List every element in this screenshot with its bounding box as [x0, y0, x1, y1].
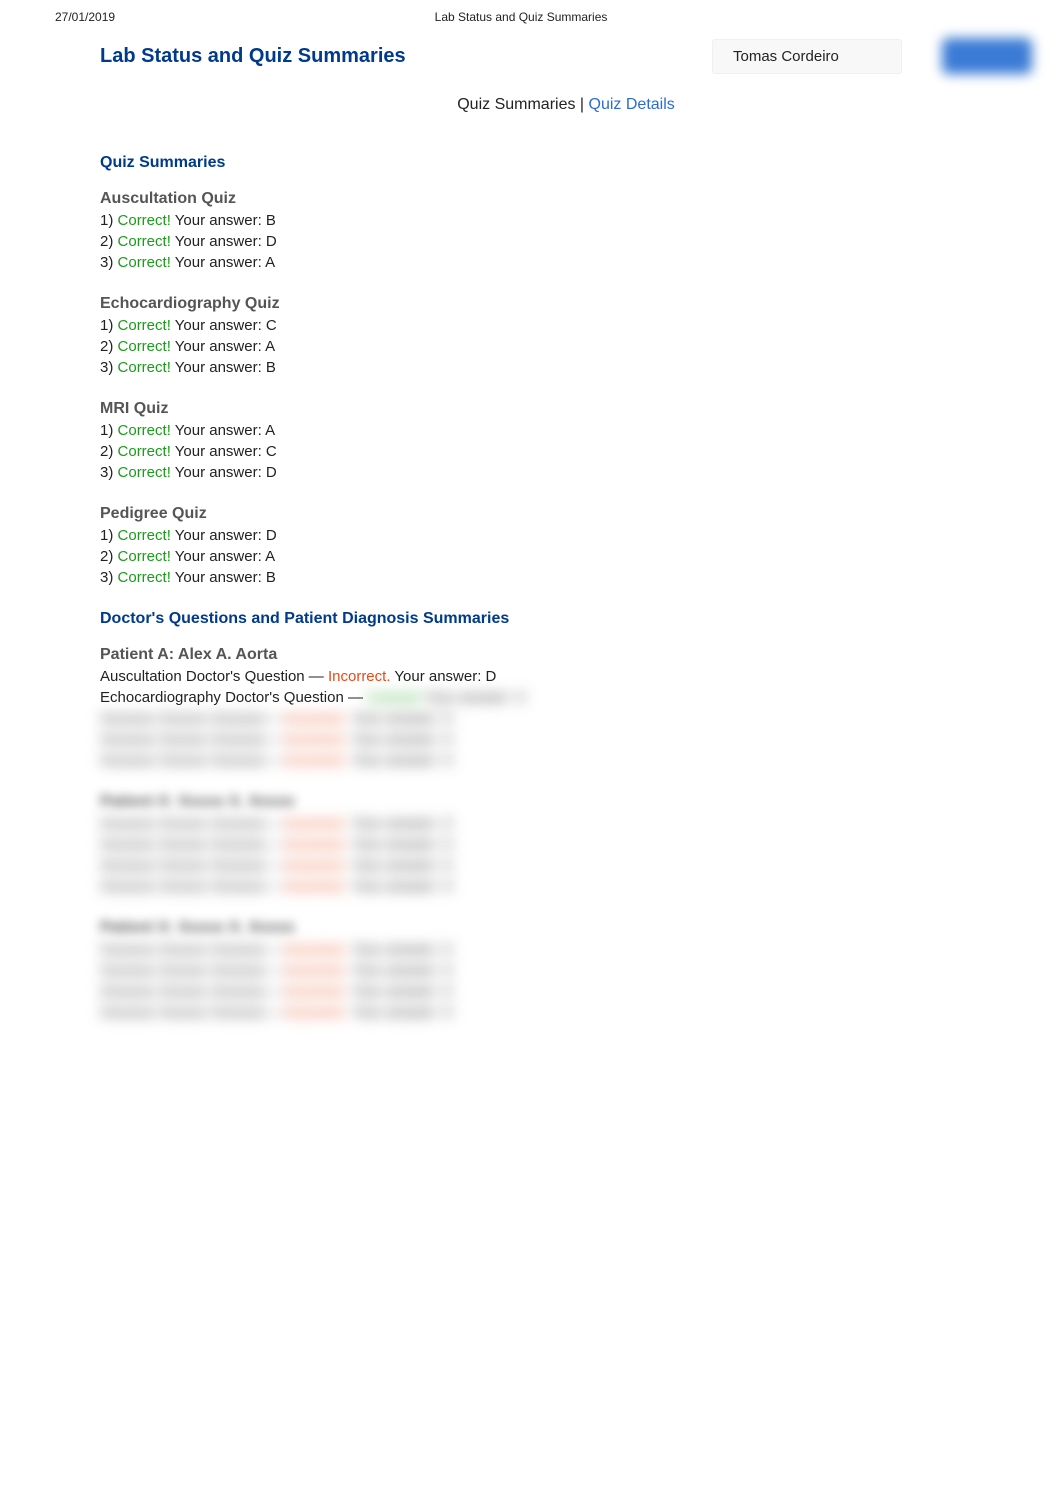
- question-number: 3): [100, 359, 118, 376]
- answer-text: Your answer: D: [171, 233, 277, 250]
- quiz-result-line: 3) Correct! Your answer: A: [100, 252, 1032, 273]
- status-correct: Correct!: [118, 422, 171, 439]
- diagnosis-line: Xxxxxxx Xxxxxx Xxxxxxx — Incorrect. Your…: [100, 708, 1032, 729]
- patient-title: Patient A: Alex A. Aorta: [100, 646, 1032, 664]
- question-number: 2): [100, 443, 118, 460]
- quiz-result-line: 1) Correct! Your answer: B: [100, 210, 1032, 231]
- patient-title: Patient X: Xxxxx X. Xxxxx: [100, 793, 1032, 811]
- doc-title: Lab Status and Quiz Summaries: [435, 10, 608, 24]
- question-number: 2): [100, 548, 118, 565]
- status-correct: Correct!: [118, 317, 171, 334]
- question-number: 3): [100, 569, 118, 586]
- status-correct: Correct!: [118, 548, 171, 565]
- question-number: 3): [100, 464, 118, 481]
- status-correct: Correct!: [118, 254, 171, 271]
- diagnosis-line: Xxxxxxx Xxxxxx Xxxxxxx — Incorrect. Your…: [100, 750, 1032, 771]
- question-number: 3): [100, 254, 118, 271]
- quiz-result-line: 1) Correct! Your answer: A: [100, 420, 1032, 441]
- status-correct: Correct!: [118, 233, 171, 250]
- quiz-result-line: 2) Correct! Your answer: A: [100, 336, 1032, 357]
- diagnosis-line: Xxxxxxx Xxxxxx Xxxxxxx — Incorrect. Your…: [100, 876, 1032, 897]
- patient-block: Patient X: Xxxxx X. Xxxxx Xxxxxxx Xxxxxx …: [100, 793, 1032, 897]
- header-row: Lab Status and Quiz Summaries Tomas Cord…: [100, 38, 1032, 74]
- patient-block: Patient A: Alex A. Aorta Auscultation Doc…: [100, 646, 1032, 771]
- diagnosis-line: Xxxxxxx Xxxxxx Xxxxxxx — Incorrect. Your…: [100, 855, 1032, 876]
- answer-text: Your answer: A: [171, 422, 275, 439]
- browser-header: 27/01/2019 Lab Status and Quiz Summaries: [0, 0, 1062, 28]
- section-quiz-summaries-title: Quiz Summaries: [100, 154, 1032, 172]
- status-correct: Correct!: [118, 569, 171, 586]
- diagnosis-line: Xxxxxxx Xxxxxx Xxxxxxx — Incorrect. Your…: [100, 939, 1032, 960]
- question-label: Auscultation Doctor's Question —: [100, 668, 328, 685]
- quiz-title: Echocardiography Quiz: [100, 295, 1032, 313]
- answer-text: Your answer: B: [171, 212, 276, 229]
- answer-text: Your answer: A: [171, 338, 275, 355]
- patient-title: Patient X: Xxxxx X. Xxxxx: [100, 919, 1032, 937]
- quiz-block: Pedigree Quiz1) Correct! Your answer: D2…: [100, 505, 1032, 588]
- quiz-block: Auscultation Quiz 1) Correct! Your answer…: [100, 190, 1032, 273]
- quiz-result-line: 2) Correct! Your answer: D: [100, 231, 1032, 252]
- answer-text: Your answer: A: [171, 254, 275, 271]
- status-correct: Correct!: [118, 464, 171, 481]
- answer-text: Your answer: B: [171, 359, 276, 376]
- blurred-content: Correct! Your answer: X: [367, 689, 526, 706]
- status-correct: Correct!: [118, 338, 171, 355]
- diagnosis-line: Xxxxxxx Xxxxxx Xxxxxxx — Incorrect. Your…: [100, 813, 1032, 834]
- answer-text: Your answer: B: [171, 569, 276, 586]
- patient-block: Patient X: Xxxxx X. Xxxxx Xxxxxxx Xxxxxx …: [100, 919, 1032, 1023]
- quiz-result-line: 2) Correct! Your answer: C: [100, 441, 1032, 462]
- quiz-result-line: 2) Correct! Your answer: A: [100, 546, 1032, 567]
- quiz-block: MRI Quiz1) Correct! Your answer: A2) Cor…: [100, 400, 1032, 483]
- quiz-block: Echocardiography Quiz 1) Correct! Your an…: [100, 295, 1032, 378]
- answer-text: Your answer: D: [391, 668, 497, 685]
- quiz-result-line: 3) Correct! Your answer: D: [100, 462, 1032, 483]
- question-number: 1): [100, 422, 118, 439]
- patients-container: Patient A: Alex A. Aorta Auscultation Doc…: [100, 646, 1032, 1023]
- answer-text: Your answer: D: [171, 527, 277, 544]
- status-text: Incorrect.: [328, 668, 391, 685]
- question-number: 1): [100, 212, 118, 229]
- answer-text: Your answer: D: [171, 464, 277, 481]
- tab-row: Quiz Summaries | Quiz Details: [100, 96, 1032, 114]
- diagnosis-line: Xxxxxxx Xxxxxx Xxxxxxx — Incorrect. Your…: [100, 834, 1032, 855]
- quiz-title: Pedigree Quiz: [100, 505, 1032, 523]
- status-correct: Correct!: [118, 212, 171, 229]
- quiz-result-line: 1) Correct! Your answer: D: [100, 525, 1032, 546]
- quiz-result-line: 3) Correct! Your answer: B: [100, 567, 1032, 588]
- user-name-field[interactable]: Tomas Cordeiro: [712, 39, 902, 74]
- quiz-title: MRI Quiz: [100, 400, 1032, 418]
- diagnosis-line: Xxxxxxx Xxxxxx Xxxxxxx — Incorrect. Your…: [100, 981, 1032, 1002]
- tab-separator: |: [575, 96, 588, 113]
- question-number: 1): [100, 317, 118, 334]
- question-number: 2): [100, 338, 118, 355]
- quiz-result-line: 1) Correct! Your answer: C: [100, 315, 1032, 336]
- main-content: Lab Status and Quiz Summaries Tomas Cord…: [0, 28, 1062, 1075]
- tab-quiz-details[interactable]: Quiz Details: [589, 96, 675, 113]
- answer-text: Your answer: A: [171, 548, 275, 565]
- diagnosis-line: Xxxxxxx Xxxxxx Xxxxxxx — Incorrect. Your…: [100, 729, 1032, 750]
- quiz-title: Auscultation Quiz: [100, 190, 1032, 208]
- quizzes-container: Auscultation Quiz 1) Correct! Your answer…: [100, 190, 1032, 588]
- diagnosis-line: Xxxxxxx Xxxxxx Xxxxxxx — Incorrect. Your…: [100, 1002, 1032, 1023]
- answer-text: Your answer: C: [171, 443, 277, 460]
- diagnosis-line: Echocardiography Doctor's Question — Cor…: [100, 687, 1032, 708]
- diagnosis-line: Auscultation Doctor's Question — Incorre…: [100, 666, 1032, 687]
- page-title: Lab Status and Quiz Summaries: [100, 45, 406, 68]
- question-label: Echocardiography Doctor's Question —: [100, 689, 367, 706]
- question-number: 2): [100, 233, 118, 250]
- print-date: 27/01/2019: [55, 10, 115, 24]
- section-diagnosis-title: Doctor's Questions and Patient Diagnosis…: [100, 610, 1032, 628]
- quiz-result-line: 3) Correct! Your answer: B: [100, 357, 1032, 378]
- diagnosis-line: Xxxxxxx Xxxxxx Xxxxxxx — Incorrect. Your…: [100, 960, 1032, 981]
- status-correct: Correct!: [118, 443, 171, 460]
- action-button-blurred[interactable]: [942, 38, 1032, 74]
- header-spacer: [927, 10, 1007, 24]
- question-number: 1): [100, 527, 118, 544]
- status-correct: Correct!: [118, 359, 171, 376]
- answer-text: Your answer: C: [171, 317, 277, 334]
- status-correct: Correct!: [118, 527, 171, 544]
- tab-quiz-summaries[interactable]: Quiz Summaries: [457, 96, 575, 113]
